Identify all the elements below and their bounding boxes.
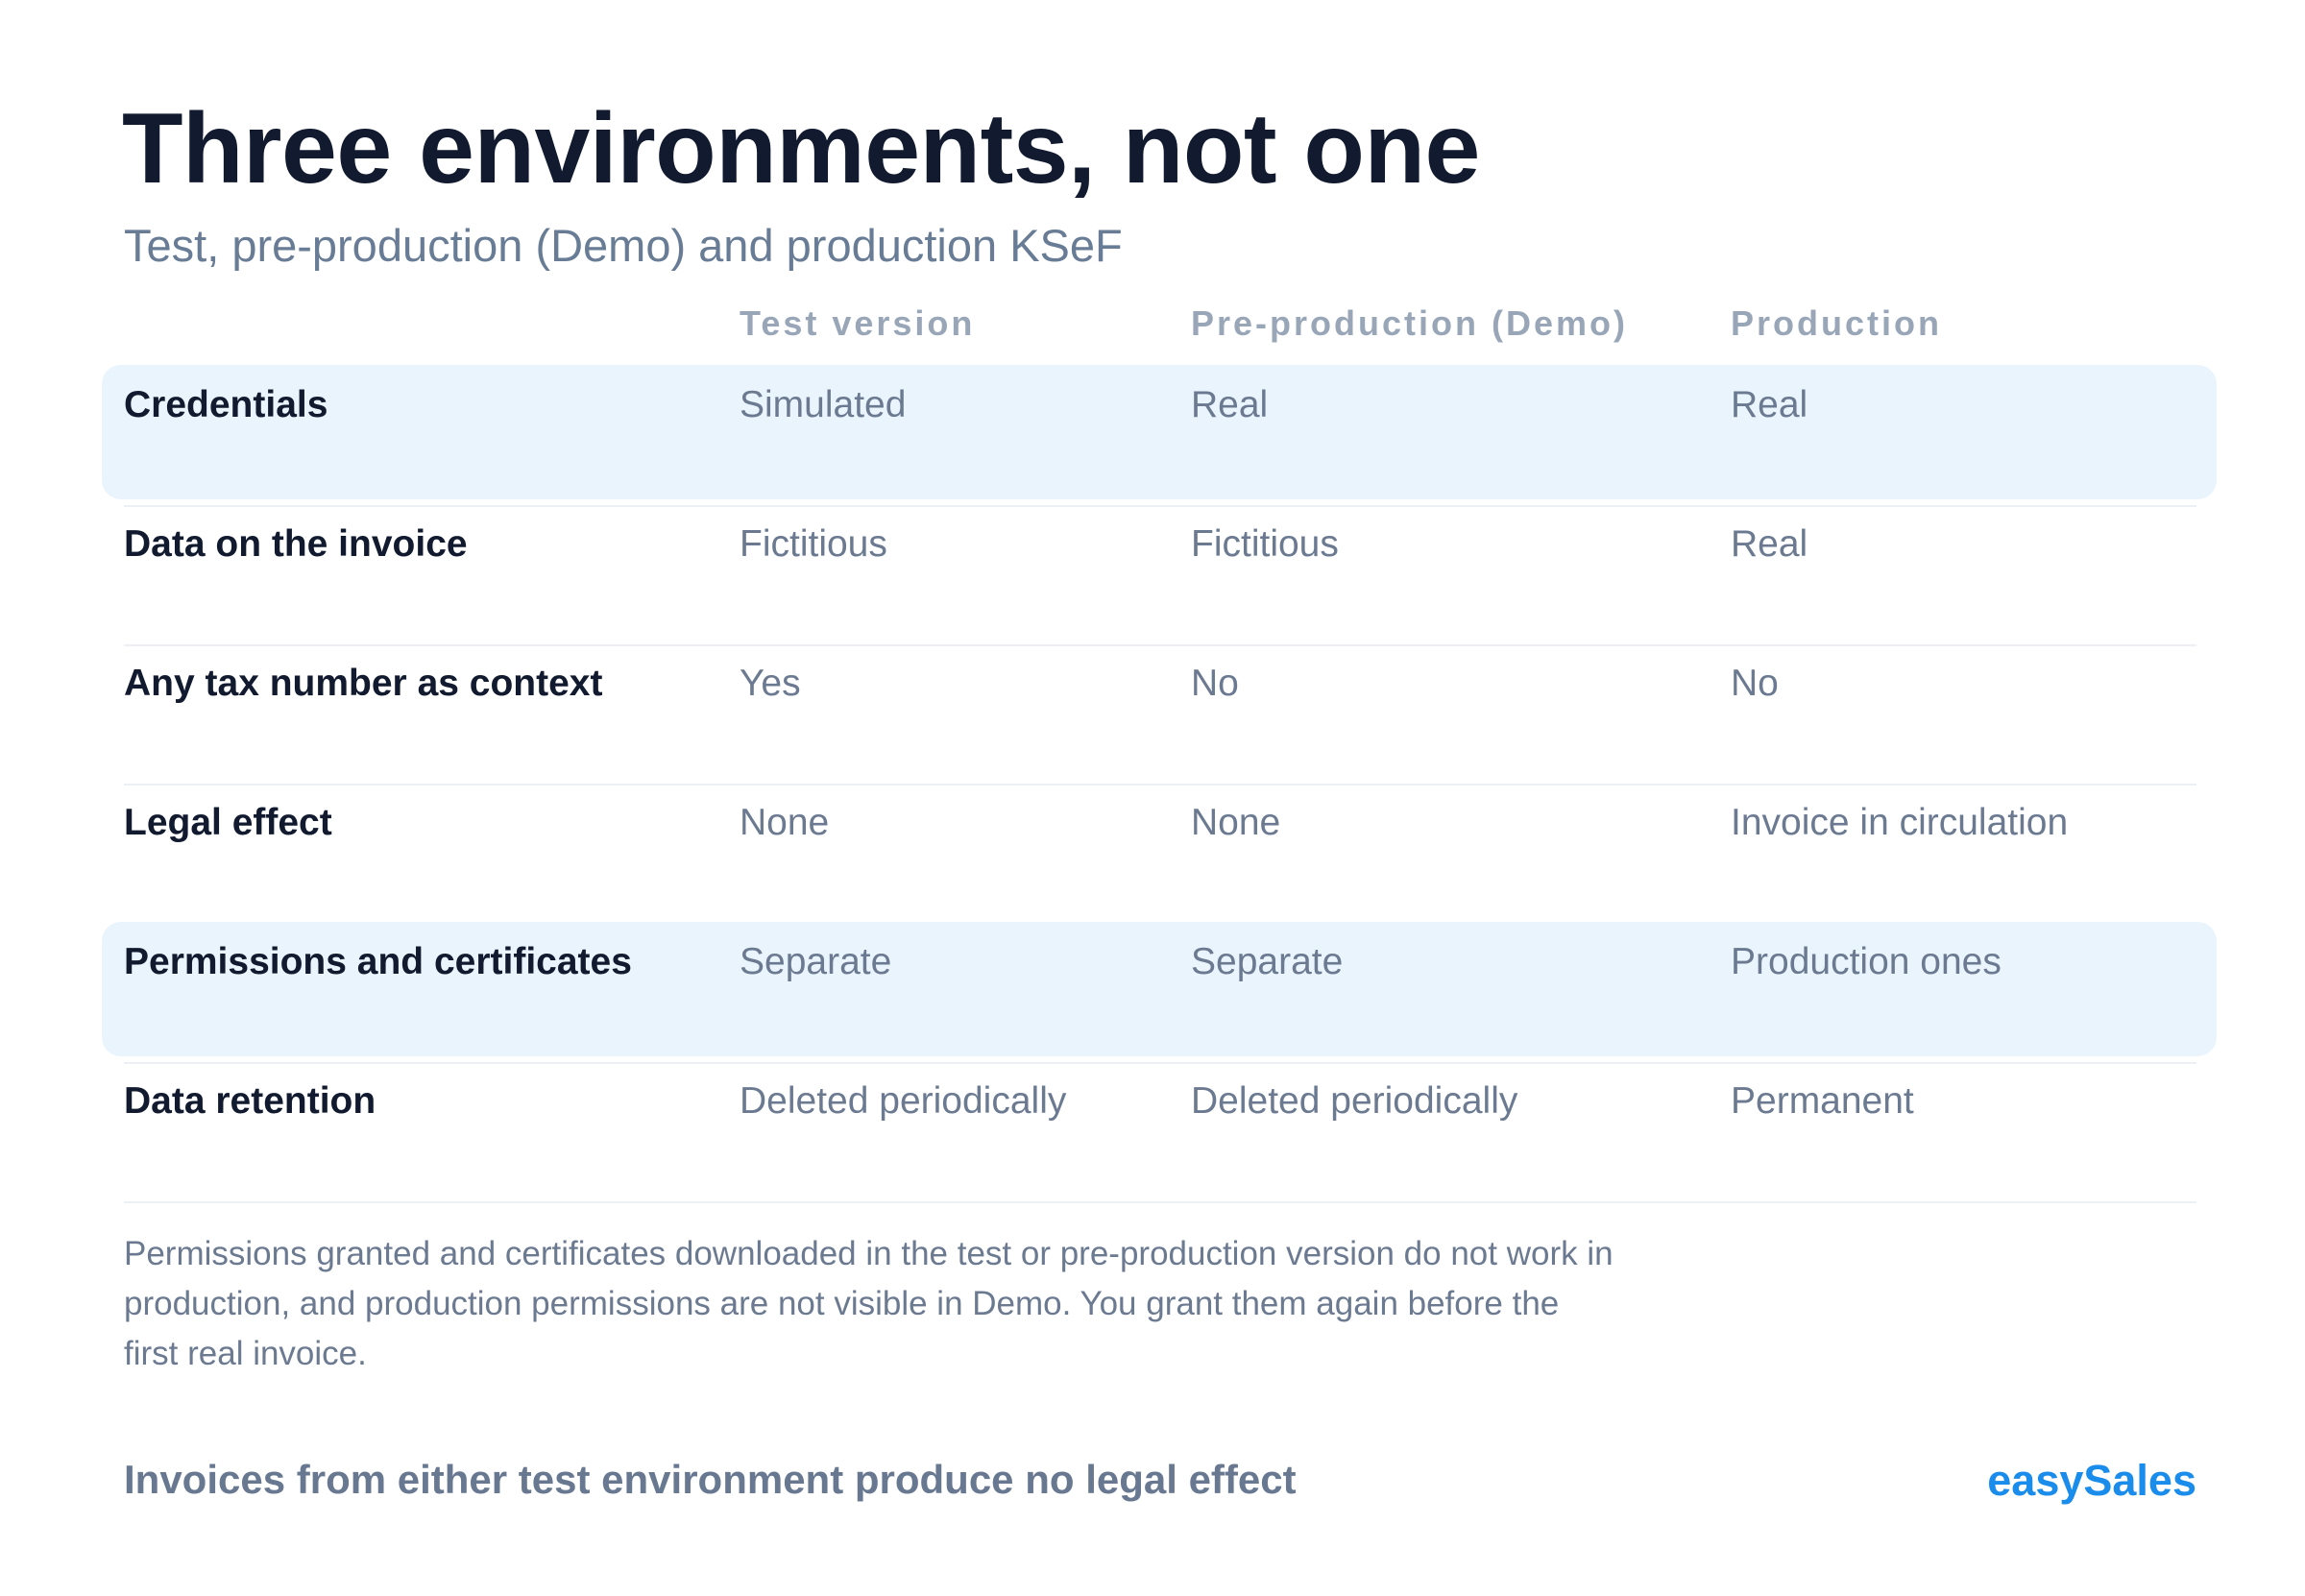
cell-production: No	[1731, 663, 1779, 704]
row-label: Legal effect	[124, 802, 332, 843]
row-label: Data on the invoice	[124, 523, 468, 565]
cell-production: Real	[1731, 384, 1808, 425]
cell-production: Invoice in circulation	[1731, 802, 2069, 843]
column-header-test: Test version	[740, 303, 976, 343]
cell-production: Real	[1731, 523, 1808, 565]
cell-test: Deleted periodically	[740, 1080, 1067, 1122]
cell-test: Separate	[740, 941, 892, 982]
page-subtitle: Test, pre-production (Demo) and producti…	[124, 220, 1123, 271]
brand-logo: easySales	[1987, 1456, 2196, 1505]
cell-test: Yes	[740, 663, 801, 704]
row-label: Data retention	[124, 1080, 376, 1122]
footer-caption: Invoices from either test environment pr…	[124, 1457, 1297, 1502]
cell-demo: None	[1191, 802, 1281, 843]
row-divider	[124, 1062, 2196, 1064]
row-divider	[124, 784, 2196, 786]
cell-demo: Deleted periodically	[1191, 1080, 1518, 1122]
cell-demo: Real	[1191, 384, 1269, 425]
page-title: Three environments, not one	[122, 93, 1480, 205]
row-label: Permissions and certificates	[124, 941, 632, 982]
row-label: Credentials	[124, 384, 328, 425]
cell-test: Fictitious	[740, 523, 887, 565]
column-header-production: Production	[1731, 303, 1942, 343]
row-divider	[124, 1201, 2196, 1203]
row-highlight	[102, 365, 2217, 499]
row-divider	[124, 505, 2196, 507]
cell-demo: No	[1191, 663, 1239, 704]
cell-demo: Separate	[1191, 941, 1344, 982]
row-divider	[124, 644, 2196, 646]
cell-test: None	[740, 802, 830, 843]
column-header-demo: Pre-production (Demo)	[1191, 303, 1628, 343]
cell-production: Production ones	[1731, 941, 2002, 982]
cell-demo: Fictitious	[1191, 523, 1339, 565]
cell-test: Simulated	[740, 384, 907, 425]
footnote: Permissions granted and certificates dow…	[124, 1235, 1614, 1372]
cell-production: Permanent	[1731, 1080, 1914, 1122]
row-label: Any tax number as context	[124, 663, 603, 704]
